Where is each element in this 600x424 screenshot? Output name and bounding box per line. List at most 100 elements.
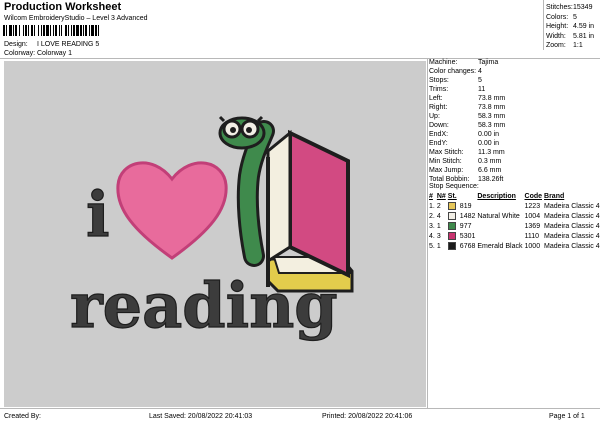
panel-divider [427, 58, 428, 408]
machine-info-row: Left: 73.8 mm [429, 94, 505, 103]
stat-row: Stitches: 15349 [546, 4, 593, 11]
machine-info-value: 58.3 mm [478, 113, 506, 120]
machine-info-label: Stops: [429, 77, 449, 84]
color-cell: 1482 [447, 211, 478, 221]
table-row: 2. 4 1482 Natural White 1004 Madeira Classic … [429, 211, 600, 221]
machine-info-value: 0.00 in [478, 131, 500, 138]
needle-number: 2 [436, 202, 441, 210]
color-swatch [447, 242, 456, 250]
color-cell: 977 [447, 221, 478, 231]
last-saved: Last Saved: 20/08/2022 20:41:03 [149, 413, 253, 420]
col-stitches: St. [447, 193, 457, 200]
machine-info-value: 0.00 in [478, 140, 500, 147]
stitch-count: 1110 [524, 232, 540, 240]
stop-number: 1. [429, 202, 435, 210]
thread-description: Emerald Black [477, 242, 523, 250]
thread-description [477, 221, 524, 231]
machine-info-value: 0.3 mm [478, 158, 502, 165]
stat-row: Colors: 5 [546, 13, 577, 21]
machine-info-row: Right: 73.8 mm [429, 103, 505, 112]
machine-info-row: Machine: Tajima [429, 58, 505, 67]
machine-info-label: Max Stitch: [429, 149, 464, 156]
stop-number: 2. [429, 212, 435, 220]
thread-description [477, 231, 524, 241]
machine-info-row: Up: 58.3 mm [429, 112, 505, 121]
barcode [3, 25, 131, 36]
col-needle: N# [436, 193, 446, 200]
machine-info-label: Up: [429, 113, 440, 120]
machine-info-label: Trims: [429, 86, 449, 93]
machine-info-row: Min Stitch: 0.3 mm [429, 157, 505, 166]
thread-code: 977 [459, 222, 472, 230]
created-by: Created By: [4, 413, 41, 420]
design-value: I LOVE READING 5 [37, 41, 100, 48]
thread-code: 1482 [459, 212, 476, 220]
embroidery-artwork: i reading [69, 115, 354, 343]
color-swatch [447, 232, 456, 240]
color-cell: 819 [447, 201, 478, 211]
machine-info-value: 138.26ft [478, 176, 504, 183]
stitch-count: 1000 [524, 242, 541, 250]
table-row: 3. 1 977 1369 Madeira Classic 40 [429, 221, 600, 231]
needle-number: 1 [436, 222, 441, 230]
machine-info-row: Color changes: 4 [429, 67, 505, 76]
machine-info-row: EndX: 0.00 in [429, 130, 505, 139]
machine-info-label: Color changes: [429, 68, 477, 75]
machine-info-row: Down: 58.3 mm [429, 121, 505, 130]
machine-info-row: Trims: 11 [429, 85, 505, 94]
col-stop: # [429, 193, 433, 200]
machine-info-label: Left: [429, 95, 443, 102]
machine-info-value: 11.3 mm [478, 149, 505, 156]
stitch-count: 1369 [524, 222, 541, 230]
color-cell: 6768 [447, 241, 478, 251]
color-swatch [447, 212, 456, 220]
machine-info-value: 11 [478, 86, 486, 93]
book-icon [266, 129, 354, 293]
table-row: 1. 2 819 1223 Madeira Classic 40 [429, 201, 600, 211]
software-subtitle: Wilcom EmbroideryStudio – Level 3 Advanc… [4, 15, 148, 22]
stitch-count: 1004 [524, 212, 541, 220]
stop-sequence-heading: Stop Sequence: [429, 183, 479, 190]
stat-row: Width: 5.81 in [546, 32, 595, 40]
stitch-count: 1223 [524, 202, 541, 210]
machine-info-label: EndY: [429, 140, 448, 147]
machine-info-value: 4 [478, 68, 482, 75]
stop-number: 4. [429, 232, 435, 240]
col-brand: Brand [544, 193, 565, 200]
machine-info-value: Tajima [478, 59, 499, 66]
stop-sequence-table: # N# St. Description Code Brand 1. 2 819 12… [429, 193, 600, 251]
thread-code: 819 [459, 202, 472, 210]
col-code: Code [524, 193, 543, 200]
color-cell: 5301 [447, 231, 478, 241]
machine-info-value: 5 [478, 77, 482, 84]
machine-info-label: Machine: [429, 59, 458, 66]
design-row: Design: I LOVE READING 5 [4, 41, 99, 48]
stats-panel: Stitches: 15349 Colors: 5 Height: 4.59 in W… [546, 3, 600, 51]
thread-code: 5301 [459, 232, 476, 240]
machine-info-label: Max Jump: [429, 167, 464, 174]
table-row: 4. 3 5301 1110 Madeira Classic 40 [429, 231, 600, 241]
printed-date: Printed: 20/08/2022 20:41:06 [322, 413, 413, 420]
thread-description: Natural White [477, 212, 520, 220]
machine-info-value: 73.8 mm [478, 104, 506, 111]
colorway-label: Colorway: [4, 50, 36, 57]
thread-brand: Madeira Classic 40 [544, 222, 600, 230]
stat-row: Zoom: 1:1 [546, 42, 583, 49]
col-description: Description [477, 193, 516, 200]
thread-brand: Madeira Classic 40 [544, 242, 600, 250]
machine-info-value: 6.6 mm [478, 167, 502, 174]
colorway-value: Colorway 1 [37, 50, 73, 57]
machine-info-row: Stops: 5 [429, 76, 505, 85]
machine-info-value: 73.8 mm [478, 95, 506, 102]
stop-number: 3. [429, 222, 435, 230]
machine-info-row: Max Stitch: 11.3 mm [429, 148, 505, 157]
color-swatch [447, 222, 456, 230]
color-swatch [447, 202, 456, 210]
thread-brand: Madeira Classic 40 [544, 202, 600, 210]
page-number: Page 1 of 1 [549, 413, 585, 420]
table-row: 5. 1 6768 Emerald Black 1000 Madeira Classic … [429, 241, 600, 251]
word-reading: reading [70, 269, 338, 342]
header-divider [0, 58, 600, 59]
colorway-row: Colorway: Colorway 1 [4, 50, 72, 57]
machine-info-label: Down: [429, 122, 449, 129]
